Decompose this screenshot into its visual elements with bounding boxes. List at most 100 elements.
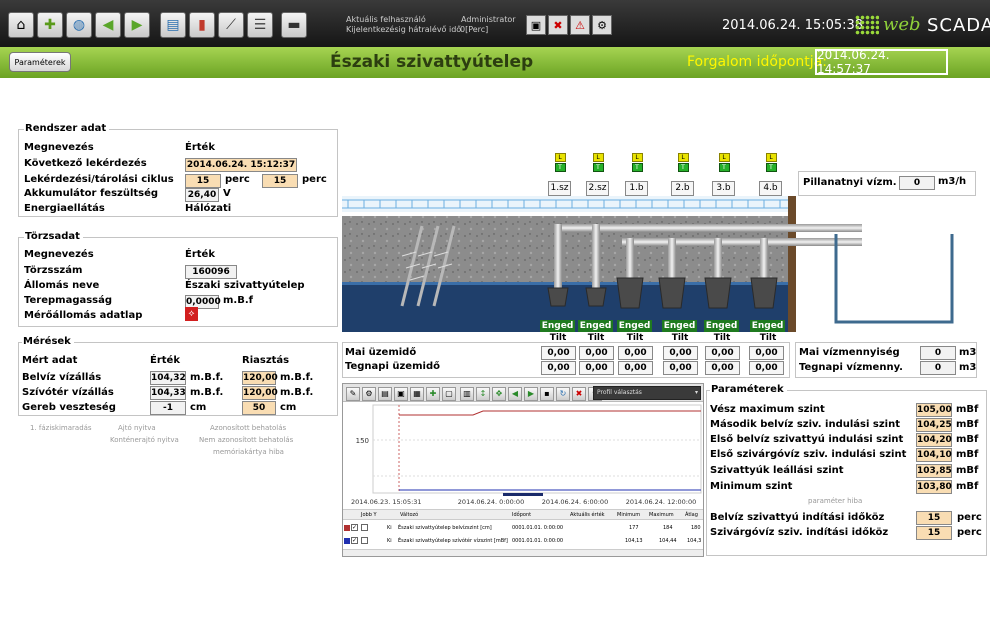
pump-status-indicator: LT: [626, 153, 648, 172]
param-unit: mBf: [956, 434, 979, 445]
param-label: Vész maximum szint: [710, 404, 825, 415]
col-time: Időpont: [512, 512, 532, 518]
meas-row-value: 104,32: [150, 371, 186, 385]
param-value: 104,10: [916, 448, 952, 462]
next-query-label: Következő lekérdezés: [24, 158, 147, 169]
col-variable: Változó: [400, 512, 419, 518]
pump-status-indicator: LT: [713, 153, 735, 172]
param-label: Első szivárgóvíz sziv. indulási szint: [710, 449, 907, 460]
master-title: Törzsadat: [24, 231, 83, 242]
yesterday-runtime-value: 0,00: [663, 361, 698, 375]
chart-grid-icon[interactable]: ▥: [460, 387, 474, 401]
chart-pan-icon[interactable]: ✥: [492, 387, 506, 401]
alarm-icon[interactable]: ⚠: [570, 15, 590, 35]
alarm-memcard: memóriakártya hiba: [213, 448, 284, 456]
col-right-y: Jobb Y: [361, 512, 377, 518]
serial-label: Törzsszám: [24, 265, 83, 276]
station-value: Északi szivattyútelep: [185, 280, 305, 291]
power-value: Hálózati: [185, 203, 232, 214]
table-scrollbar[interactable]: [343, 549, 703, 556]
meas-col-alarm: Riasztás: [242, 355, 290, 366]
param-label: Első belvíz szivattyú indulási szint: [710, 434, 904, 445]
pdf-sheet-icon[interactable]: ⟡: [185, 307, 198, 321]
pump-status-indicator: LT: [549, 153, 571, 172]
yesterday-runtime-value: 0,00: [579, 361, 614, 375]
pump-id-label: 2.b: [671, 181, 694, 196]
meas-col-value: Érték: [150, 355, 180, 366]
logout-icon[interactable]: ✖: [548, 15, 568, 35]
row-avg: 104,3: [687, 538, 702, 544]
trend-icon[interactable]: ⟋: [218, 12, 244, 38]
trend-chart: 150 2014.06.23. 15:05:31 2014.06.24. 0:00:…: [351, 404, 702, 506]
right-y-checkbox[interactable]: [361, 524, 368, 531]
chart-print-icon[interactable]: ▣: [394, 387, 408, 401]
col-max: Maximum: [649, 512, 674, 518]
interval1-unit: perc: [957, 512, 982, 523]
user-icon[interactable]: ▣: [526, 15, 546, 35]
series-checkbox[interactable]: ✓: [351, 524, 358, 531]
puzzle-icon[interactable]: ✚: [37, 12, 63, 38]
pdf-icon[interactable]: ▮: [189, 12, 215, 38]
x-tick-label: 2014.06.24. 12:00:00: [626, 498, 697, 506]
series-checkbox[interactable]: ✓: [351, 537, 358, 544]
chart-note-icon[interactable]: ▢: [442, 387, 456, 401]
x-tick-label: 2014.06.23. 15:05:31: [351, 498, 422, 506]
forward-icon[interactable]: ▶: [124, 12, 150, 38]
meas-row-value: 104,33: [150, 386, 186, 400]
traffic-time-label: Forgalom időpontja:: [687, 54, 827, 70]
station-diagram: [342, 196, 954, 332]
battery-value: 26,40: [185, 188, 219, 202]
right-y-checkbox[interactable]: [361, 537, 368, 544]
alarm-intrude-identified: Azonosított behatolás: [210, 424, 287, 432]
param-unit: mBf: [956, 449, 979, 460]
database-icon[interactable]: ☰: [247, 12, 273, 38]
meas-row-alarm-unit: m.B.f.: [280, 372, 314, 383]
user-label: Aktuális felhasználó: [346, 15, 426, 24]
home-icon[interactable]: ⌂: [8, 12, 34, 38]
router-icon[interactable]: ▬: [281, 12, 307, 38]
meas-row-label: Belvíz vízállás: [22, 372, 102, 383]
logo-web: web: [883, 14, 921, 35]
master-col-name: Megnevezés: [24, 249, 94, 260]
chart-zoom-fit-icon[interactable]: ✚: [426, 387, 440, 401]
row-time: 0001.01.01. 0:00:00: [512, 525, 564, 531]
y-tick-label: 150: [356, 437, 369, 445]
globe-icon[interactable]: ◍: [66, 12, 92, 38]
params-title: Paraméterek: [710, 384, 787, 395]
chart-zoom-icon[interactable]: ↕: [476, 387, 490, 401]
user-value: Administrator: [461, 15, 516, 24]
back-icon[interactable]: ◀: [95, 12, 121, 38]
row-min: 104,13: [625, 538, 643, 544]
pump-id-label: 1.b: [625, 181, 648, 196]
chart-refresh-icon[interactable]: ↻: [556, 387, 570, 401]
meas-row-unit: cm: [190, 402, 207, 413]
gear-icon[interactable]: ⚙: [592, 15, 612, 35]
alarm-door: Ajtó nyitva: [118, 424, 156, 432]
meas-row-alarm-unit: cm: [280, 402, 297, 413]
chart-forward-icon[interactable]: ▶: [524, 387, 538, 401]
meas-title: Mérések: [22, 336, 74, 347]
today-runtime-value: 0,00: [749, 346, 784, 360]
serial-value: 160096: [185, 265, 237, 279]
chart-settings-icon[interactable]: ⚙: [362, 387, 376, 401]
chart-save-icon[interactable]: ▪: [540, 387, 554, 401]
export-icon[interactable]: ▤: [160, 12, 186, 38]
yesterday-runtime-value: 0,00: [749, 361, 784, 375]
parameters-button[interactable]: Paraméterek: [9, 52, 71, 72]
pump-id-label: 3.b: [712, 181, 735, 196]
cycle-value-2: 15: [262, 174, 298, 188]
alarm-container: Konténerajtó nyitva: [110, 436, 179, 444]
water-today-label: Mai vízmennyiség: [799, 347, 900, 358]
param-value: 103,80: [916, 480, 952, 494]
chart-export-icon[interactable]: ▦: [410, 387, 424, 401]
pump-id-label: 2.sz: [586, 181, 609, 196]
cycle-value-1: 15: [185, 174, 221, 188]
chart-copy-icon[interactable]: ▤: [378, 387, 392, 401]
today-runtime-value: 0,00: [705, 346, 740, 360]
webscada-logo: web SCADA: [855, 14, 990, 38]
param-unit: mBf: [956, 419, 979, 430]
chart-new-icon[interactable]: ✎: [346, 387, 360, 401]
profile-select[interactable]: Profil választás ▾: [593, 386, 701, 400]
chart-back-icon[interactable]: ◀: [508, 387, 522, 401]
chart-delete-icon[interactable]: ✖: [572, 387, 586, 401]
